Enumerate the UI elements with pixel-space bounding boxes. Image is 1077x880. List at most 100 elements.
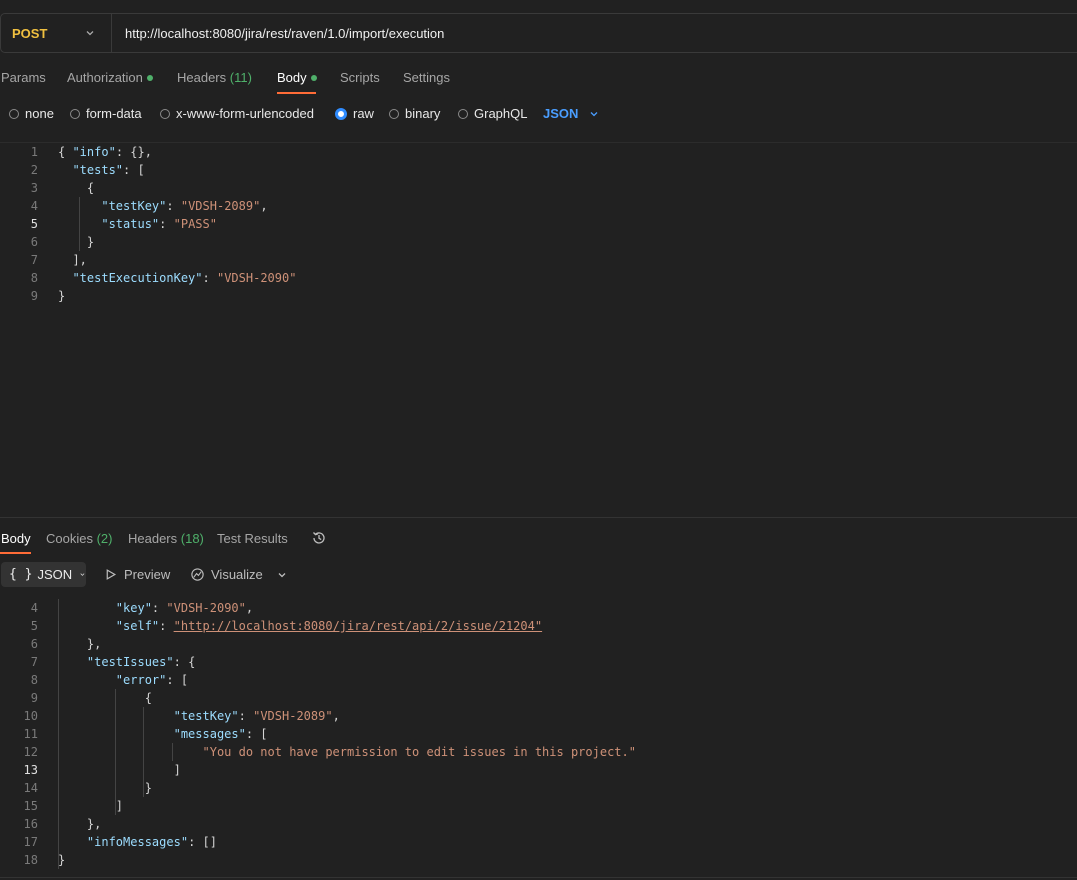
code-text: "self": "http://localhost:8080/jira/rest… bbox=[115, 619, 543, 633]
tab-response-headers-count: (18) bbox=[180, 531, 204, 546]
line-number: 18 bbox=[23, 853, 38, 867]
line-number: 1 bbox=[30, 145, 38, 159]
request-body-editor[interactable]: 1{ "info": {}, 2 "tests": [3 {4 "testKey"… bbox=[0, 143, 1077, 513]
braces-icon: { } bbox=[9, 567, 33, 582]
response-body-line: 4 "key": "VDSH-2090", bbox=[0, 599, 1077, 617]
visualize-button[interactable]: Visualize bbox=[190, 567, 263, 582]
tab-response-headers[interactable]: Headers (18) bbox=[128, 531, 204, 546]
visualize-label: Visualize bbox=[211, 567, 263, 582]
preview-button[interactable]: Preview bbox=[104, 567, 170, 582]
radio-selected-icon bbox=[335, 107, 347, 120]
line-number: 4 bbox=[30, 601, 38, 615]
active-tab-indicator bbox=[277, 92, 316, 94]
tab-settings[interactable]: Settings bbox=[403, 70, 450, 85]
radio-none[interactable]: none bbox=[9, 106, 54, 121]
code-text: "messages": [ bbox=[173, 727, 268, 741]
line-number: 17 bbox=[23, 835, 38, 849]
request-body-line: 6 } bbox=[0, 233, 1077, 251]
radio-icon bbox=[9, 108, 19, 119]
body-format-dropdown[interactable]: JSON bbox=[543, 106, 600, 121]
divider bbox=[0, 877, 1077, 878]
radio-icon bbox=[70, 108, 80, 119]
request-tabs: Params Authorization Headers (11) Body S… bbox=[0, 64, 1077, 96]
line-number: 5 bbox=[30, 217, 38, 231]
tab-cookies[interactable]: Cookies (2) bbox=[46, 531, 112, 546]
line-number: 10 bbox=[23, 709, 38, 723]
radio-raw[interactable]: raw bbox=[335, 106, 374, 121]
code-text: } bbox=[58, 235, 95, 249]
method-label: POST bbox=[12, 25, 48, 41]
code-text: "status": "PASS" bbox=[101, 217, 217, 231]
code-text: "testExecutionKey": "VDSH-2090" bbox=[72, 271, 297, 285]
radio-urlencoded[interactable]: x-www-form-urlencoded bbox=[160, 106, 314, 121]
response-body-line: 14 } bbox=[0, 779, 1077, 797]
radio-binary[interactable]: binary bbox=[389, 106, 440, 121]
tab-headers[interactable]: Headers (11) bbox=[177, 70, 252, 85]
tab-params[interactable]: Params bbox=[1, 70, 46, 85]
line-number: 6 bbox=[30, 235, 38, 249]
response-body-line: 10 "testKey": "VDSH-2089", bbox=[0, 707, 1077, 725]
code-text: "testKey": "VDSH-2089", bbox=[101, 199, 268, 213]
code-text: "testIssues": { bbox=[86, 655, 196, 669]
method-selector[interactable]: POST bbox=[1, 14, 112, 52]
code-text: ], bbox=[58, 253, 87, 267]
response-body-line: 16 }, bbox=[0, 815, 1077, 833]
response-body-line: 13 ] bbox=[0, 761, 1077, 779]
response-body-line: 6 }, bbox=[0, 635, 1077, 653]
code-text: "infoMessages": [] bbox=[86, 835, 217, 849]
tab-scripts[interactable]: Scripts bbox=[340, 70, 380, 85]
line-number: 15 bbox=[23, 799, 38, 813]
visualize-icon bbox=[191, 568, 204, 581]
code-text: { bbox=[58, 691, 152, 705]
request-body-line: 9} bbox=[0, 287, 1077, 305]
request-body-line: 2 "tests": [ bbox=[0, 161, 1077, 179]
response-body-line: 8 "error": [ bbox=[0, 671, 1077, 689]
body-type-selector: none form-data x-www-form-urlencoded raw… bbox=[0, 100, 1077, 128]
chevron-down-icon bbox=[278, 573, 286, 578]
response-body-line: 15 ] bbox=[0, 797, 1077, 815]
radio-icon bbox=[458, 108, 468, 119]
line-number: 13 bbox=[23, 763, 38, 777]
code-text: ] bbox=[58, 763, 181, 777]
tab-body-label: Body bbox=[277, 70, 307, 85]
tab-body[interactable]: Body bbox=[277, 70, 317, 85]
code-text: "testKey": "VDSH-2089", bbox=[173, 709, 340, 723]
panel-divider[interactable] bbox=[0, 517, 1077, 518]
request-body-line: 1 { "info": {}, bbox=[0, 143, 1077, 161]
line-number: 2 bbox=[30, 163, 38, 177]
response-body-line: 12 "You do not have permission to edit i… bbox=[0, 743, 1077, 761]
code-text: "You do not have permission to edit issu… bbox=[202, 745, 636, 759]
response-body-line: 17 "infoMessages": [] bbox=[0, 833, 1077, 851]
line-number: 5 bbox=[30, 619, 38, 633]
tab-authorization[interactable]: Authorization bbox=[67, 70, 153, 85]
line-number: 8 bbox=[30, 673, 38, 687]
code-text: } bbox=[58, 853, 66, 867]
radio-form-data[interactable]: form-data bbox=[70, 106, 142, 121]
tab-test-results[interactable]: Test Results bbox=[217, 531, 288, 546]
line-number: 4 bbox=[30, 199, 38, 213]
tab-cookies-count: (2) bbox=[96, 531, 113, 546]
response-format-dropdown[interactable]: { } JSON bbox=[1, 562, 86, 587]
radio-icon bbox=[389, 108, 399, 119]
body-format-label: JSON bbox=[543, 106, 579, 121]
response-body-viewer[interactable]: 4 "key": "VDSH-2090", 5 "self": "http://l… bbox=[0, 599, 1077, 875]
url-input[interactable]: http://localhost:8080/jira/rest/raven/1.… bbox=[112, 26, 444, 41]
code-text: } bbox=[58, 781, 152, 795]
response-body-line: 11 "messages": [ bbox=[0, 725, 1077, 743]
history-icon[interactable] bbox=[311, 530, 327, 549]
tab-headers-label: Headers bbox=[177, 70, 227, 85]
radio-graphql[interactable]: GraphQL bbox=[458, 106, 527, 121]
status-dot-icon bbox=[146, 74, 153, 81]
radio-icon bbox=[160, 108, 170, 119]
response-tabs: Body Cookies (2) Headers (18) Test Resul… bbox=[0, 526, 1077, 554]
request-body-line: 3 { bbox=[0, 179, 1077, 197]
visualize-dropdown[interactable] bbox=[276, 569, 288, 581]
code-text: } bbox=[58, 289, 66, 303]
tab-response-body[interactable]: Body bbox=[1, 531, 31, 546]
play-icon bbox=[106, 569, 117, 580]
response-body-line: 18} bbox=[0, 851, 1077, 869]
response-format-label: JSON bbox=[37, 567, 73, 582]
code-text: { bbox=[58, 181, 95, 195]
code-text: "tests": [ bbox=[72, 163, 145, 177]
response-toolbar: { } JSON Preview Visualize bbox=[0, 562, 1077, 588]
